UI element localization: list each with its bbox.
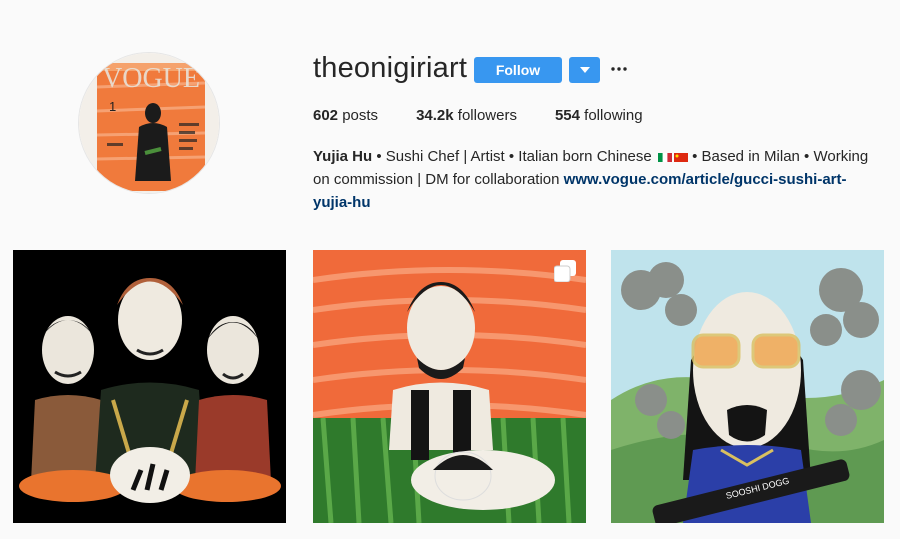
full-name: Yujia Hu: [313, 148, 373, 165]
followers-count: 34.2k: [416, 107, 454, 124]
italy-flag-icon: [657, 152, 672, 162]
post-image: [13, 250, 286, 523]
posts-label: posts: [342, 107, 379, 124]
post-image: [313, 250, 586, 523]
post-tile[interactable]: SOOSHI DOGG: [611, 250, 884, 523]
profile-avatar[interactable]: VOGUE 1: [78, 52, 220, 194]
svg-text:VOGUE: VOGUE: [102, 63, 200, 94]
svg-text:1: 1: [109, 99, 116, 114]
post-tile[interactable]: [313, 250, 586, 523]
profile-stats: 602 posts 34.2k followers 554 following: [313, 107, 681, 124]
follow-options-button[interactable]: [569, 57, 600, 83]
caret-down-icon: [579, 67, 590, 73]
multiple-posts-icon: [554, 260, 576, 282]
username: theonigiriart: [313, 52, 468, 84]
following-label: following: [584, 107, 643, 124]
more-options-button[interactable]: [610, 60, 628, 78]
posts-stat: 602 posts: [313, 107, 378, 124]
bio-text-1: • Sushi Chef | Artist • Italian born Chi…: [372, 148, 656, 165]
ellipsis-icon: [611, 67, 627, 71]
follow-button[interactable]: Follow: [474, 57, 562, 83]
followers-stat[interactable]: 34.2k followers: [416, 107, 517, 124]
china-flag-icon: [673, 152, 688, 162]
following-count: 554: [554, 107, 580, 124]
following-stat[interactable]: 554 following: [555, 107, 643, 124]
profile-bio: Yujia Hu • Sushi Chef | Artist • Italian…: [313, 145, 883, 214]
followers-label: followers: [457, 107, 517, 124]
post-tile[interactable]: [13, 250, 286, 523]
posts-count: 602: [313, 107, 339, 124]
post-image: SOOSHI DOGG: [611, 250, 884, 523]
vogue-cover-avatar: VOGUE 1: [79, 53, 219, 193]
